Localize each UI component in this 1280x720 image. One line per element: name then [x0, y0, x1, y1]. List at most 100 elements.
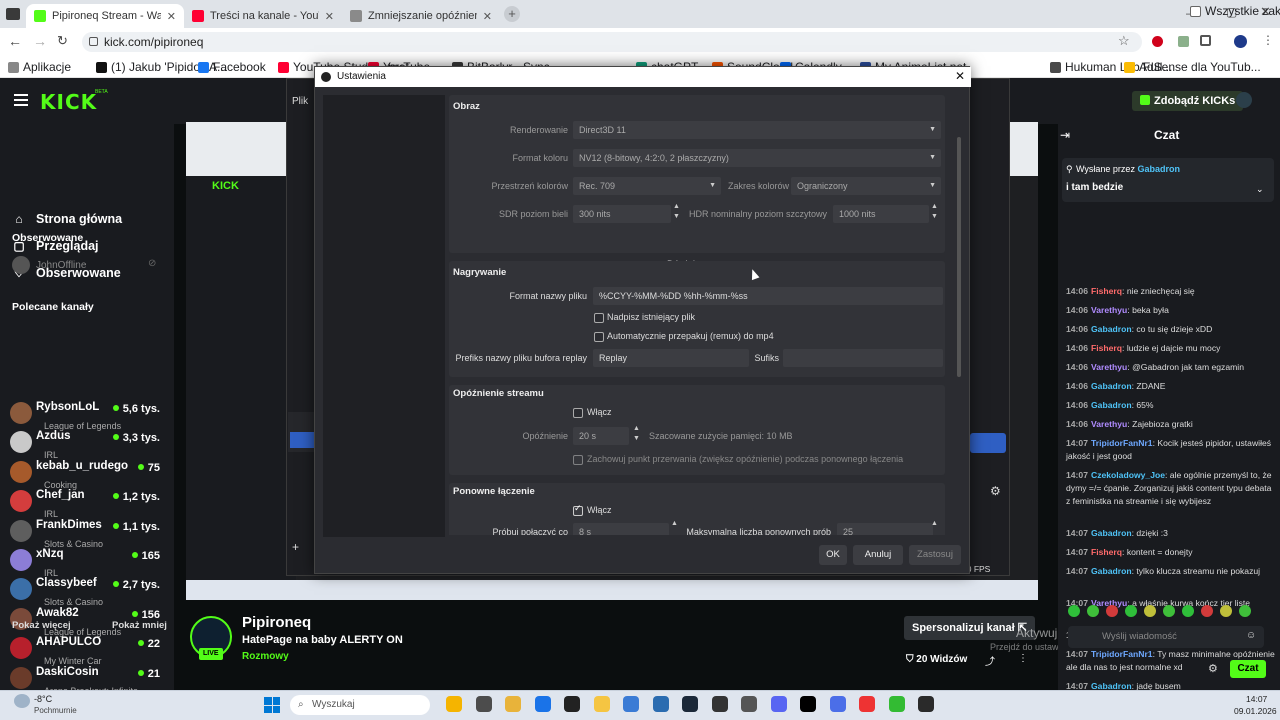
reload-icon[interactable]: ↻	[57, 33, 68, 49]
remux-label[interactable]: Automatycznie przepakuj (remux) do mp4	[607, 331, 774, 341]
taskbar-app-icon[interactable]	[711, 696, 728, 712]
color-range-select[interactable]: Ograniczony ▼	[791, 177, 941, 195]
channel-item[interactable]: RybsonLoL League of Legends 5,6 tys.	[10, 400, 164, 431]
channel-item[interactable]: kebab_u_rudego Cooking 75	[10, 459, 164, 490]
taskbar-search[interactable]: ⌕ Wyszukaj	[290, 695, 430, 715]
emote-icon[interactable]	[1106, 605, 1118, 617]
sdr-spinbox[interactable]: 300 nits	[573, 205, 671, 223]
browser-tab[interactable]: Treści na kanale - YouTube Studio ✕	[184, 4, 342, 28]
message-user[interactable]: Gabadron	[1091, 381, 1132, 391]
taskbar-app-icon[interactable]	[800, 696, 816, 712]
chat-settings-icon[interactable]: ⚙	[1208, 662, 1218, 675]
spin-arrows-icon[interactable]: ▲ ▼	[673, 202, 680, 222]
overwrite-checkbox[interactable]	[594, 313, 604, 323]
emote-icon[interactable]	[1144, 605, 1156, 617]
browser-tab[interactable]: Zmniejszanie opóźnienia na Kick ✕	[342, 4, 500, 28]
more-options-icon[interactable]: ⋮	[1018, 653, 1028, 664]
delay-enable-checkbox[interactable]	[573, 408, 583, 418]
emote-icon[interactable]	[1239, 605, 1251, 617]
apply-button[interactable]: Zastosuj	[909, 545, 961, 565]
emote-icon[interactable]	[1087, 605, 1099, 617]
message-user[interactable]: Varethyu	[1091, 362, 1127, 372]
obs-button-accent[interactable]	[970, 433, 1006, 453]
kick-logo[interactable]: KICK	[40, 90, 97, 114]
taskbar-app-icon[interactable]	[918, 696, 934, 712]
message-user[interactable]: Gabadron	[1091, 400, 1132, 410]
retry-spinbox[interactable]: 8 s	[573, 523, 669, 535]
back-icon[interactable]: ←	[8, 33, 22, 49]
taskbar-app-icon[interactable]	[859, 696, 875, 712]
user-avatar[interactable]	[1236, 92, 1252, 108]
channel-item[interactable]: FrankDimes Slots & Casino 1,1 tys.	[10, 518, 164, 549]
emote-icon[interactable]	[1068, 605, 1080, 617]
spin-arrows-icon[interactable]: ▲	[671, 520, 678, 527]
taskbar-app-icon[interactable]	[475, 696, 492, 712]
taskbar-app-icon[interactable]	[652, 696, 669, 712]
puzzle-icon[interactable]	[1200, 35, 1211, 46]
extension-icon[interactable]	[1152, 36, 1163, 47]
share-icon[interactable]: ⤴	[985, 653, 995, 668]
tab-close-icon[interactable]: ✕	[483, 10, 492, 23]
profile-avatar[interactable]	[1234, 35, 1247, 48]
emoji-icon[interactable]: ☺	[1246, 630, 1256, 641]
taskbar-app-icon[interactable]	[829, 696, 846, 712]
extension-icon[interactable]	[1178, 36, 1189, 47]
reconnect-enable-label[interactable]: Włącz	[587, 505, 612, 515]
site-info-icon[interactable]	[89, 37, 98, 46]
bookmark-item[interactable]: Aplikacje	[8, 60, 71, 74]
dialog-close-icon[interactable]: ✕	[955, 69, 965, 83]
emote-icon[interactable]	[1163, 605, 1175, 617]
chat-input[interactable]: Wyślij wiadomość	[1068, 626, 1264, 648]
browser-menu-icon[interactable]	[6, 8, 20, 20]
message-user[interactable]: Gabadron	[1091, 566, 1132, 576]
color-space-select[interactable]: Rec. 709 ▼	[573, 177, 721, 195]
emote-icon[interactable]	[1125, 605, 1137, 617]
bookmark-item[interactable]: Facebook	[198, 60, 266, 74]
message-user[interactable]: Czekoladowy_Joe	[1091, 470, 1165, 480]
remux-checkbox[interactable]	[594, 332, 604, 342]
chat-send-button[interactable]: Czat	[1230, 660, 1266, 678]
message-user[interactable]: Fisherq	[1091, 343, 1122, 353]
expand-pinned-icon[interactable]: ⌄	[1256, 184, 1264, 195]
replay-prefix-input[interactable]: Replay	[593, 349, 749, 367]
preserve-checkbox[interactable]	[573, 455, 583, 465]
sidebar-nav-item[interactable]: ⌂ Strona główna	[12, 212, 122, 226]
taskbar-app-icon[interactable]	[505, 696, 521, 712]
message-user[interactable]: Fisherq	[1091, 286, 1122, 296]
kicks-button[interactable]: Zdobądź KICKs	[1132, 91, 1244, 111]
overwrite-label[interactable]: Nadpisz istniejący plik	[607, 312, 695, 322]
delay-enable-label[interactable]: Włącz	[587, 407, 612, 417]
taskbar-app-icon[interactable]	[888, 696, 905, 712]
spin-arrows-icon[interactable]: ▲	[931, 520, 938, 527]
obs-menu-file[interactable]: Plik	[292, 96, 308, 107]
weather-temp[interactable]: -8°C	[34, 694, 52, 704]
message-user[interactable]: Fisherq	[1091, 547, 1122, 557]
clock-time[interactable]: 14:07	[1246, 694, 1267, 704]
taskbar-app-icon[interactable]	[741, 696, 757, 712]
suffix-input[interactable]	[783, 349, 943, 367]
browser-tab[interactable]: Pipironeq Stream - Watch Live ✕	[26, 4, 184, 28]
taskbar-app-icon[interactable]	[682, 696, 698, 712]
taskbar-app-icon[interactable]	[564, 696, 580, 712]
color-format-select[interactable]: NV12 (8-bitowy, 4:2:0, 2 płaszczyzny) ▼	[573, 149, 941, 167]
spin-arrows-icon[interactable]: ▲ ▼	[931, 202, 938, 222]
message-user[interactable]: Varethyu	[1091, 305, 1127, 315]
show-less-link[interactable]: Pokaż mniej	[112, 620, 167, 631]
delay-duration-spinbox[interactable]: 20 s	[573, 427, 629, 445]
all-bookmarks[interactable]: Wszystkie zakładki	[1190, 4, 1280, 18]
message-user[interactable]: Gabadron	[1091, 324, 1132, 334]
clock-date[interactable]: 09.01.2026	[1234, 706, 1277, 716]
tab-close-icon[interactable]: ✕	[325, 10, 334, 23]
obs-settings-gear-icon[interactable]: ⚙	[990, 484, 1001, 498]
taskbar-app-icon[interactable]	[623, 696, 639, 712]
message-user[interactable]: Gabadron	[1091, 528, 1132, 538]
followed-channel[interactable]: JohnOffline	[12, 256, 86, 274]
cancel-button[interactable]: Anuluj	[853, 545, 903, 565]
streamer-name[interactable]: Pipironeq	[242, 614, 311, 631]
taskbar-app-icon[interactable]	[446, 696, 462, 712]
preserve-label[interactable]: Zachowuj punkt przerwania (zwiększ opóźn…	[587, 454, 903, 464]
spin-arrows-icon[interactable]: ▲ ▼	[633, 424, 640, 444]
channel-item[interactable]: xNzq IRL 165	[10, 547, 164, 578]
emote-icon[interactable]	[1201, 605, 1213, 617]
obs-scene-selected[interactable]	[290, 432, 314, 448]
